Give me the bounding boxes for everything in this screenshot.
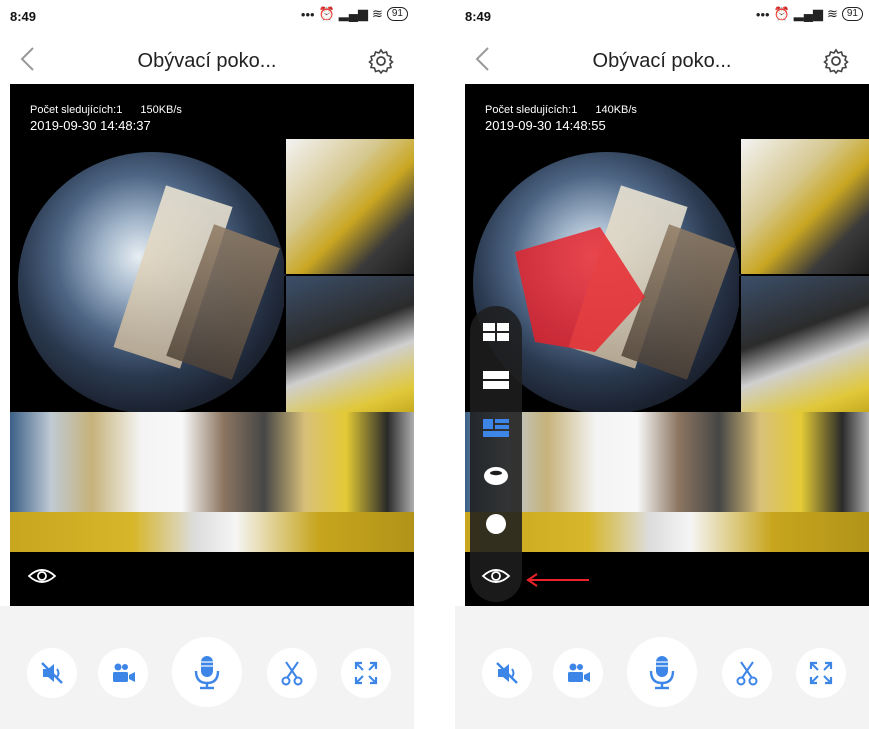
eye-toggle-button[interactable]: [470, 558, 522, 594]
status-bar: 8:49 ••• ⏰ ▂▄▆ ≋ 91: [0, 0, 414, 36]
mute-icon: [41, 662, 63, 684]
cylinder-view-icon: [484, 467, 508, 485]
eye-icon: [481, 569, 511, 583]
stream-info: Počet sledujících:1 150KB/s 2019-09-30 14…: [30, 104, 182, 133]
record-video-icon: [113, 663, 135, 682]
microphone-icon: [194, 656, 220, 690]
top-bar: Obývací poko...: [455, 38, 869, 84]
wifi-icon: ≋: [826, 6, 838, 21]
scissors-icon: [281, 661, 303, 686]
page-title: Obývací poko...: [137, 50, 277, 72]
fullscreen-button[interactable]: [341, 648, 391, 698]
status-icons: ••• ⏰ ▂▄▆ ≋ 91: [756, 6, 863, 22]
fisheye-view-icon: [486, 514, 506, 534]
control-bar: [455, 606, 869, 729]
fullscreen-icon: [809, 661, 833, 685]
microphone-icon: [649, 656, 675, 690]
view-mode-panel: [470, 306, 522, 602]
mute-button[interactable]: [482, 648, 532, 698]
split-view-icon: [483, 371, 509, 389]
red-arrow-annotation: [526, 573, 589, 587]
fisheye-view-button[interactable]: [470, 506, 522, 542]
mute-icon: [496, 662, 518, 684]
status-bar: 8:49 ••• ⏰ ▂▄▆ ≋ 91: [455, 0, 869, 36]
mute-button[interactable]: [27, 648, 77, 698]
record-video-button[interactable]: [98, 648, 148, 698]
microphone-button[interactable]: [172, 637, 242, 707]
fullscreen-icon: [354, 661, 378, 685]
viewer-count: Počet sledujících:1: [30, 104, 123, 116]
microphone-button[interactable]: [627, 637, 697, 707]
cylinder-view-button[interactable]: [470, 458, 522, 494]
eye-icon[interactable]: [27, 566, 57, 586]
phone-screen-right: 8:49 ••• ⏰ ▂▄▆ ≋ 91 Obývací poko... Poče…: [455, 0, 869, 729]
quad-view-icon: [483, 323, 509, 341]
top-bar: Obývací poko...: [0, 38, 414, 84]
record-video-button[interactable]: [553, 648, 603, 698]
live-video-view[interactable]: Počet sledujících:1 140KB/s 2019-09-30 14…: [465, 84, 869, 606]
alarm-icon: ⏰: [773, 6, 790, 21]
more-icon: •••: [300, 6, 315, 22]
live-video-view[interactable]: Počet sledujících:1 150KB/s 2019-09-30 14…: [10, 84, 414, 606]
view-region-highlight[interactable]: [505, 222, 655, 362]
alarm-icon: ⏰: [318, 6, 335, 21]
record-video-icon: [568, 663, 590, 682]
bitrate: 150KB/s: [140, 104, 182, 116]
control-bar: [0, 606, 414, 729]
view-tile-mid-right: [284, 276, 414, 412]
status-time: 8:49: [465, 9, 492, 24]
viewer-count: Počet sledujících:1: [485, 104, 578, 116]
view-tile-top-right: [739, 139, 869, 274]
phone-screen-left: 8:49 ••• ⏰ ▂▄▆ ≋ 91 Obývací poko... Poče…: [0, 0, 414, 729]
signal-icon: ▂▄▆: [793, 6, 823, 21]
settings-gear-icon[interactable]: [368, 48, 394, 74]
split-view-button[interactable]: [470, 362, 522, 398]
panorama-strip: [10, 412, 414, 552]
screenshot-button[interactable]: [722, 648, 772, 698]
fullscreen-button[interactable]: [796, 648, 846, 698]
wifi-icon: ≋: [371, 6, 383, 21]
battery-indicator: 91: [841, 7, 863, 21]
panorama-list-view-icon: [483, 419, 509, 437]
more-icon: •••: [755, 6, 770, 22]
screenshot-button[interactable]: [267, 648, 317, 698]
quad-view-button[interactable]: [470, 314, 522, 350]
panorama-strip: [465, 412, 869, 552]
page-title: Obývací poko...: [592, 50, 732, 72]
timestamp: 2019-09-30 14:48:55: [485, 118, 606, 133]
stream-info: Počet sledujících:1 140KB/s 2019-09-30 14…: [485, 104, 637, 133]
signal-icon: ▂▄▆: [338, 6, 368, 21]
bitrate: 140KB/s: [595, 104, 637, 116]
panorama-list-view-button[interactable]: [470, 410, 522, 446]
scissors-icon: [736, 661, 758, 686]
settings-gear-icon[interactable]: [823, 48, 849, 74]
status-icons: ••• ⏰ ▂▄▆ ≋ 91: [301, 6, 408, 22]
battery-indicator: 91: [386, 7, 408, 21]
view-tile-top-right: [284, 139, 414, 274]
fisheye-image: [18, 152, 286, 414]
timestamp: 2019-09-30 14:48:37: [30, 118, 151, 133]
view-tile-mid-right: [739, 276, 869, 412]
status-time: 8:49: [10, 9, 37, 24]
